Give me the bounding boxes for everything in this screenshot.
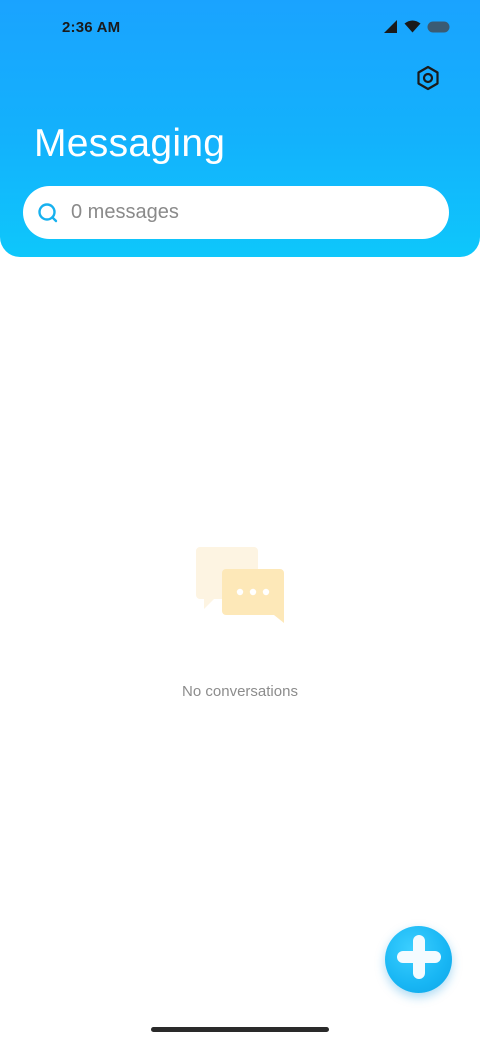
wifi-icon xyxy=(404,20,421,38)
signal-icon xyxy=(384,20,398,38)
status-time: 2:36 AM xyxy=(62,19,121,36)
chat-bubbles-icon xyxy=(194,545,286,627)
page-title: Messaging xyxy=(34,122,226,165)
search-bar[interactable] xyxy=(23,186,449,239)
battery-icon xyxy=(427,20,450,38)
header: 2:36 AM Messaging 0 messages xyxy=(0,0,480,257)
search-icon xyxy=(37,202,59,224)
status-bar: 2:36 AM xyxy=(0,0,480,56)
home-indicator[interactable] xyxy=(151,1027,329,1032)
plus-icon xyxy=(395,933,443,986)
gear-icon xyxy=(415,65,441,96)
new-conversation-button[interactable] xyxy=(385,926,452,993)
settings-button[interactable] xyxy=(408,60,448,100)
messaging-screen: 2:36 AM Messaging 0 messages No conversa… xyxy=(0,0,480,1040)
status-icons xyxy=(384,20,450,38)
search-input[interactable] xyxy=(71,201,411,224)
empty-state-message: No conversations xyxy=(182,683,298,700)
